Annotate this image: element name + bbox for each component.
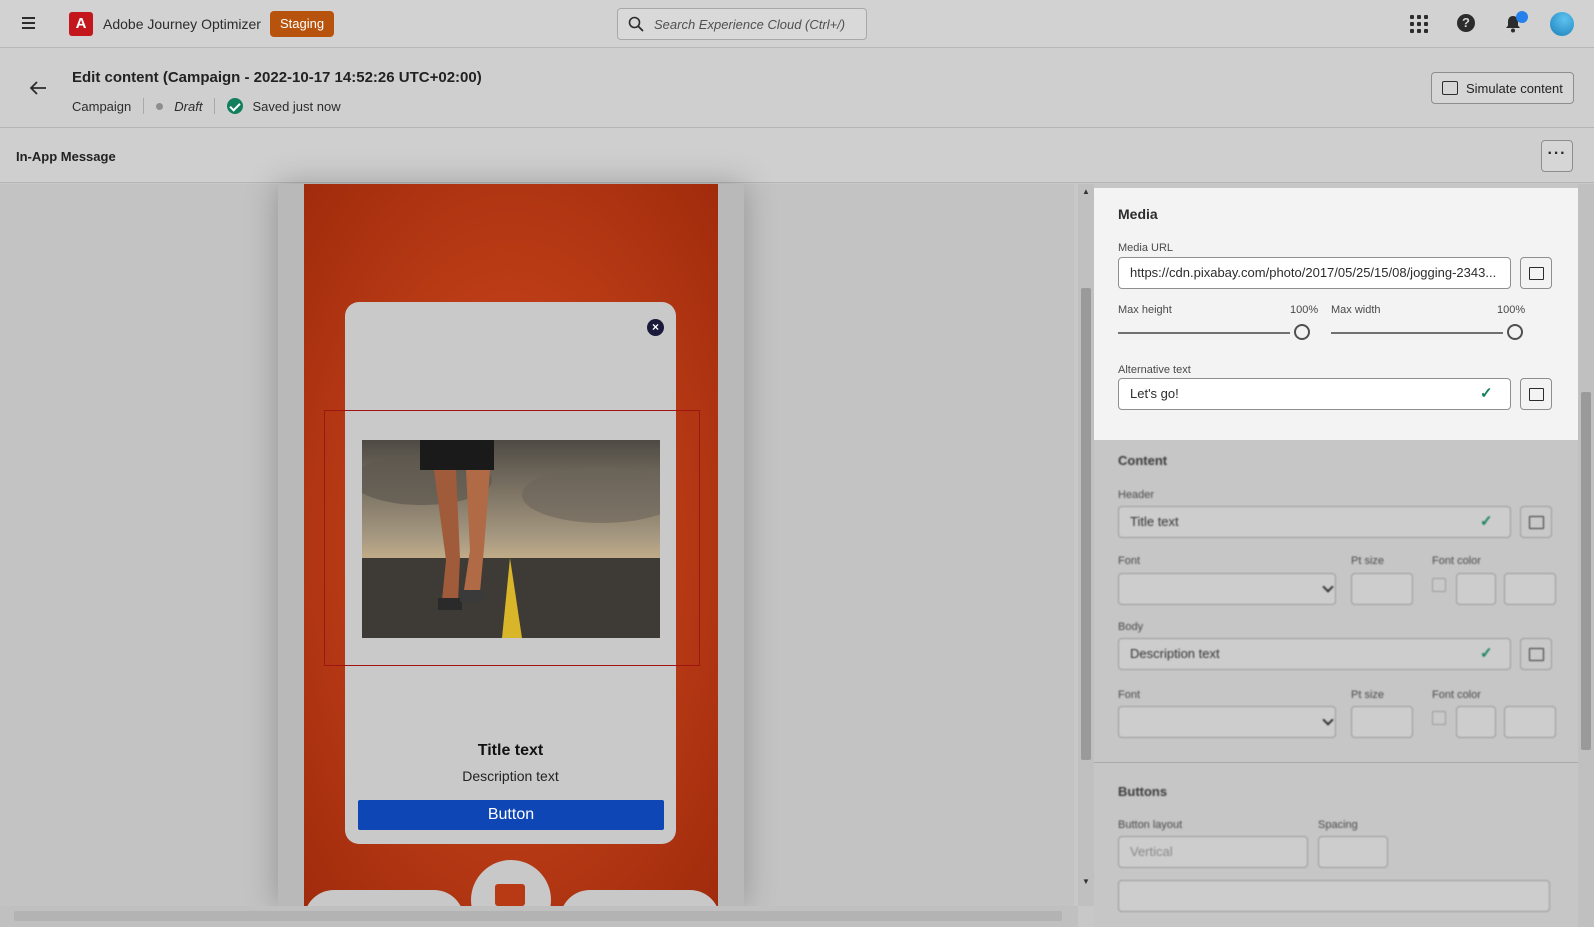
header-field[interactable]: Title text xyxy=(1118,506,1511,538)
status-badge: Draft xyxy=(174,98,203,114)
scroll-thumb[interactable] xyxy=(1081,288,1091,760)
briefcase-icon xyxy=(495,884,525,906)
media-section-title: Media xyxy=(1118,206,1158,222)
spacing-label: Spacing xyxy=(1318,819,1358,831)
max-height-slider[interactable] xyxy=(1294,324,1310,340)
scroll-thumb[interactable] xyxy=(1581,392,1591,750)
max-width-slider-track xyxy=(1331,332,1503,334)
body-pt-size-label: Pt size xyxy=(1351,689,1385,701)
close-icon[interactable]: × xyxy=(647,319,664,336)
body-font-select[interactable] xyxy=(1118,706,1336,738)
properties-panel: Media Media URL https://cdn.pixabay.com/… xyxy=(1094,184,1578,927)
search-icon xyxy=(628,16,644,32)
body-align-select[interactable] xyxy=(1504,706,1556,738)
notification-dot xyxy=(1516,11,1528,23)
search-placeholder: Search Experience Cloud (Ctrl+/) xyxy=(654,17,846,32)
divider xyxy=(214,98,216,114)
canvas-vertical-scrollbar[interactable]: ▲ ▼ xyxy=(1078,184,1094,906)
body-font-color-label: Font color xyxy=(1432,689,1481,701)
max-width-value: 100% xyxy=(1497,304,1526,316)
preview-title: Title text xyxy=(477,742,544,759)
alt-text-label: Alternative text xyxy=(1118,364,1191,376)
add-image-icon xyxy=(1529,267,1544,280)
body-pt-size-stepper[interactable] xyxy=(1351,706,1413,738)
body-field[interactable]: Description text xyxy=(1118,638,1511,670)
header-pt-size-stepper[interactable] xyxy=(1351,573,1413,605)
channel-bar: In-App Message ··· xyxy=(0,128,1594,183)
simulate-icon xyxy=(1442,81,1458,95)
body-font-label: Font xyxy=(1118,689,1141,701)
header-pt-size-label: Pt size xyxy=(1351,555,1385,567)
header-font-label: Font xyxy=(1118,555,1141,567)
personalize-alt-text-button[interactable] xyxy=(1520,378,1552,410)
personalize-body-button[interactable] xyxy=(1520,638,1552,670)
header-align-select[interactable] xyxy=(1504,573,1556,605)
media-section: Media Media URL https://cdn.pixabay.com/… xyxy=(1094,188,1578,440)
personalization-icon xyxy=(1529,388,1544,401)
personalization-icon xyxy=(1529,648,1544,661)
panel-vertical-scrollbar[interactable] xyxy=(1578,184,1594,927)
apps-grid-icon[interactable] xyxy=(1409,14,1429,34)
max-width-label: Max width xyxy=(1331,304,1381,316)
app-name[interactable]: Adobe Journey Optimizer xyxy=(103,16,261,32)
content-section-title: Content xyxy=(1118,453,1168,468)
search-input[interactable]: Search Experience Cloud (Ctrl+/) xyxy=(617,8,867,40)
shell-bar: A Adobe Journey Optimizer Staging Search… xyxy=(0,0,1594,48)
checkmark-icon xyxy=(227,98,244,114)
header-font-select[interactable] xyxy=(1118,573,1336,605)
valid-checkmark-icon: ✓ xyxy=(1480,385,1493,402)
body-bold-checkbox[interactable] xyxy=(1432,711,1446,725)
avatar[interactable] xyxy=(1550,12,1574,36)
scroll-up-icon[interactable]: ▲ xyxy=(1082,187,1090,196)
button-layout-select[interactable]: Vertical xyxy=(1118,836,1308,868)
body-font-color-swatch[interactable] xyxy=(1456,706,1496,738)
buttons-section-title: Buttons xyxy=(1118,784,1168,799)
spacing-stepper[interactable] xyxy=(1318,836,1388,868)
simulate-label: Simulate content xyxy=(1466,80,1563,96)
preview-button[interactable]: Button xyxy=(358,800,664,830)
scroll-down-icon[interactable]: ▼ xyxy=(1082,877,1090,886)
media-url-label: Media URL xyxy=(1118,242,1174,254)
max-width-slider[interactable] xyxy=(1507,324,1523,340)
page-title: Edit content (Campaign - 2022-10-17 14:5… xyxy=(72,69,482,86)
help-icon[interactable]: ? xyxy=(1457,14,1477,34)
environment-badge[interactable]: Staging xyxy=(270,11,335,37)
divider xyxy=(143,98,145,114)
valid-checkmark-icon: ✓ xyxy=(1480,645,1493,662)
section-divider xyxy=(1094,762,1578,763)
header-font-color-label: Font color xyxy=(1432,555,1481,567)
media-image[interactable] xyxy=(362,440,660,638)
canvas-horizontal-scrollbar[interactable] xyxy=(0,906,1078,927)
more-options-button[interactable]: ··· xyxy=(1541,140,1573,172)
max-height-label: Max height xyxy=(1118,304,1172,316)
header-font-color-swatch[interactable] xyxy=(1456,573,1496,605)
media-url-field[interactable]: https://cdn.pixabay.com/photo/2017/05/25… xyxy=(1118,257,1511,289)
header-label: Header xyxy=(1118,489,1155,501)
browse-assets-button[interactable] xyxy=(1520,257,1552,289)
runner-image xyxy=(362,440,660,638)
status-row: Campaign Draft Saved just now xyxy=(72,98,341,114)
valid-checkmark-icon: ✓ xyxy=(1480,513,1493,530)
simulate-content-button[interactable]: Simulate content xyxy=(1431,72,1574,104)
page-header: Edit content (Campaign - 2022-10-17 14:5… xyxy=(0,48,1594,128)
alt-text-field[interactable]: Let's go! xyxy=(1118,378,1511,410)
scroll-thumb[interactable] xyxy=(14,911,1062,921)
breadcrumb: Campaign xyxy=(72,98,132,114)
button-item[interactable] xyxy=(1118,880,1550,912)
personalization-icon xyxy=(1529,516,1544,529)
save-status: Saved just now xyxy=(252,98,341,114)
header-bold-checkbox[interactable] xyxy=(1432,578,1446,592)
max-height-slider-track xyxy=(1118,332,1290,334)
max-height-value: 100% xyxy=(1290,304,1319,316)
button-layout-label: Button layout xyxy=(1118,819,1183,831)
channel-label: In-App Message xyxy=(16,149,116,164)
body-label: Body xyxy=(1118,621,1144,633)
personalize-header-button[interactable] xyxy=(1520,506,1552,538)
back-arrow-icon[interactable] xyxy=(28,78,48,98)
adobe-logo-icon: A xyxy=(69,12,93,36)
menu-icon[interactable] xyxy=(22,14,42,34)
status-dot xyxy=(156,102,164,110)
preview-description: Description text xyxy=(462,768,559,784)
